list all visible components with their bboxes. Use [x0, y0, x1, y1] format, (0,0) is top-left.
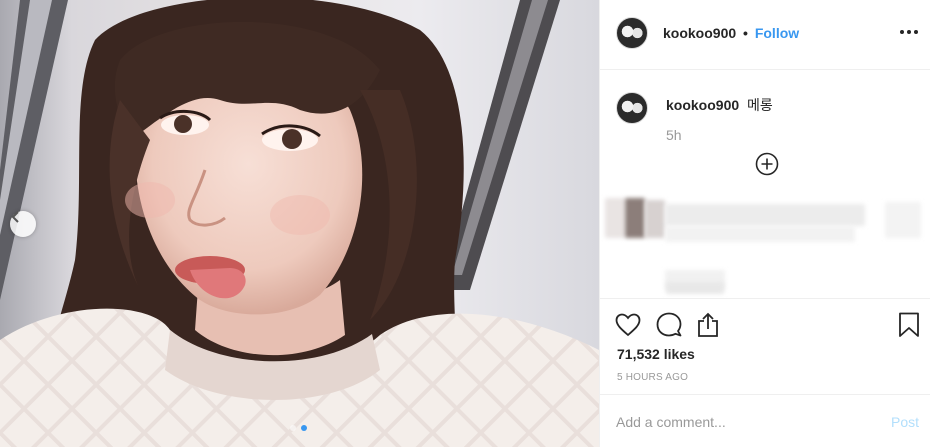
follow-button[interactable]: Follow — [755, 25, 799, 41]
header-user-line: kookoo900 • Follow — [663, 25, 799, 41]
post-timestamp[interactable]: 5 HOURS AGO — [617, 372, 688, 383]
comment-button[interactable] — [655, 311, 683, 339]
heart-icon — [615, 313, 641, 337]
bookmark-icon — [899, 312, 919, 337]
post-comment-button[interactable]: Post — [891, 414, 919, 430]
separator-dot: • — [743, 25, 748, 41]
carousel-dot-active — [301, 425, 307, 431]
avatar[interactable] — [616, 17, 648, 49]
caption-text: 메롱 — [747, 97, 773, 113]
carousel-dot — [290, 425, 296, 431]
more-options-button[interactable] — [897, 20, 921, 44]
add-comment-bar: Post — [600, 394, 930, 447]
share-button[interactable] — [694, 311, 722, 339]
caption-username[interactable]: kookoo900 — [666, 97, 739, 113]
plus-circle-icon[interactable] — [755, 152, 779, 176]
caption-avatar[interactable] — [616, 92, 648, 124]
comment-icon — [656, 312, 682, 337]
carousel-indicator — [290, 425, 307, 431]
chevron-left-icon — [11, 211, 19, 223]
share-icon — [698, 312, 718, 337]
like-button[interactable] — [614, 311, 642, 339]
comment-input[interactable] — [616, 413, 866, 431]
post-actions: 71,532 likes 5 HOURS AGO — [600, 298, 930, 394]
save-button[interactable] — [895, 311, 923, 339]
username-link[interactable]: kookoo900 — [663, 25, 736, 41]
more-options-icon — [900, 30, 918, 34]
caption-timestamp: 5h — [666, 127, 682, 143]
post-header: kookoo900 • Follow — [600, 0, 930, 70]
post-caption: kookoo900 메롱 — [666, 95, 773, 115]
like-count[interactable]: 71,532 likes — [617, 346, 695, 362]
comments-section: kookoo900 메롱 5h — [600, 70, 930, 298]
selfie-image — [0, 0, 599, 447]
post-photo[interactable] — [0, 0, 599, 447]
carousel-prev-button[interactable] — [10, 211, 36, 237]
post-side-panel: kookoo900 • Follow kookoo900 메롱 5h 71,53… — [599, 0, 930, 447]
